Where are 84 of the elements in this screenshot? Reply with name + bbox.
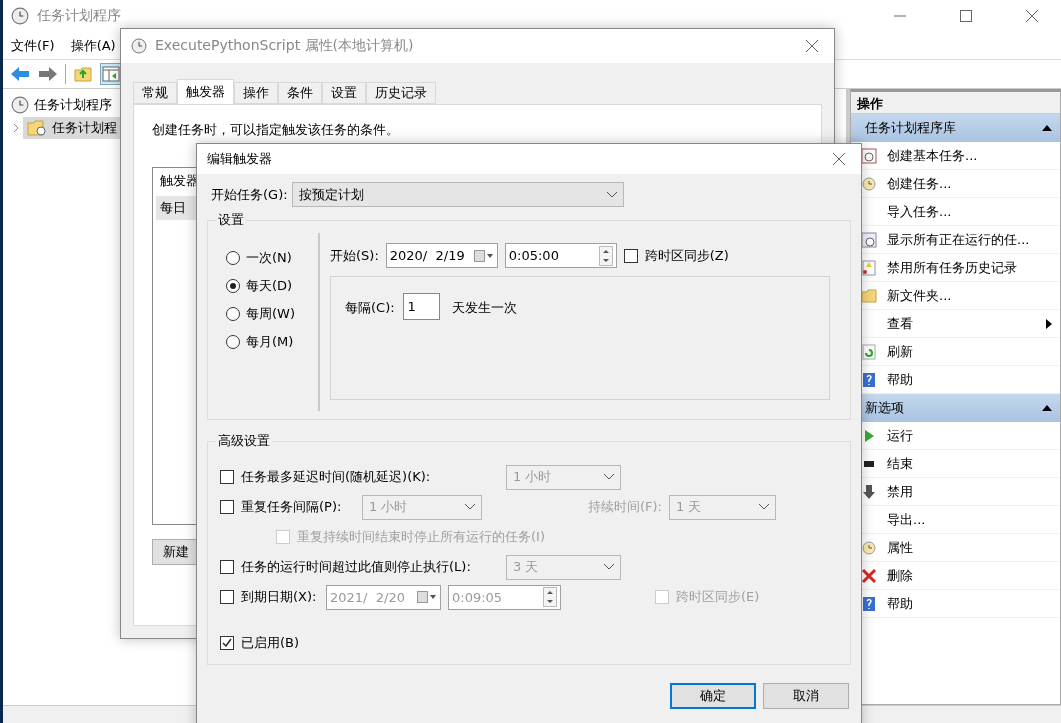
checkbox-label: 重复任务间隔(P): bbox=[241, 498, 343, 516]
checkbox[interactable] bbox=[220, 590, 234, 604]
group-title: 高级设置 bbox=[217, 432, 271, 450]
group-title: 设置 bbox=[217, 211, 245, 229]
begin-task-dropdown[interactable]: 按预定计划 bbox=[291, 182, 624, 207]
radio-label: 每月(M) bbox=[246, 333, 294, 351]
checkbox[interactable] bbox=[220, 636, 234, 650]
radio-button[interactable] bbox=[226, 279, 240, 293]
spinner-icon[interactable] bbox=[598, 245, 613, 266]
checkbox[interactable] bbox=[220, 560, 234, 574]
clock-icon bbox=[861, 539, 877, 556]
radio-button[interactable] bbox=[226, 307, 240, 321]
submenu-arrow-icon bbox=[1044, 318, 1054, 329]
tree-item[interactable]: 任务计划程 bbox=[23, 116, 121, 139]
chevron-down-icon bbox=[759, 504, 769, 510]
delete-icon bbox=[861, 567, 877, 584]
window-clock-icon bbox=[861, 231, 877, 248]
section-header[interactable]: 任务计划程序库 bbox=[851, 114, 1060, 142]
clock-icon bbox=[861, 175, 877, 192]
field-label: 天发生一次 bbox=[451, 299, 517, 317]
close-icon bbox=[806, 40, 818, 52]
checkbox[interactable] bbox=[623, 248, 638, 263]
checkbox-label: 重复持续时间结束时停止所有运行的任务(I) bbox=[297, 528, 545, 546]
chevron-down-icon bbox=[604, 474, 614, 480]
checkbox-label: 跨时区同步(Z) bbox=[644, 246, 729, 265]
radio-button[interactable] bbox=[226, 335, 240, 349]
tab[interactable]: 触发器 bbox=[177, 79, 234, 104]
calendar-icon bbox=[473, 249, 494, 262]
start-time-field[interactable]: 0:05:00 bbox=[504, 243, 617, 268]
panel-toggle-button[interactable] bbox=[100, 63, 122, 85]
ok-button[interactable]: 确定 bbox=[670, 683, 756, 709]
checkbox-label: 任务的运行时间超过此值则停止执行(L): bbox=[241, 558, 472, 576]
help-icon bbox=[861, 371, 877, 388]
check-icon bbox=[222, 638, 232, 648]
chevron-down-icon bbox=[604, 564, 614, 570]
close-icon bbox=[833, 153, 845, 165]
tab[interactable]: 设置 bbox=[322, 82, 366, 104]
radio-label: 每天(D) bbox=[246, 277, 293, 295]
clock-icon bbox=[131, 38, 147, 54]
field-label: 开始(S): bbox=[330, 246, 379, 265]
tab[interactable]: 常规 bbox=[133, 82, 177, 104]
checkbox-label: 已启用(B) bbox=[241, 634, 300, 652]
field-label: 每隔(C): bbox=[345, 299, 395, 317]
expand-icon[interactable] bbox=[11, 122, 21, 133]
window-title: 任务计划程序 bbox=[37, 7, 122, 25]
cancel-button[interactable]: 取消 bbox=[763, 683, 849, 709]
checkbox[interactable] bbox=[220, 470, 234, 484]
clock-icon bbox=[11, 7, 29, 25]
radio-label: 一次(N) bbox=[246, 249, 292, 267]
tree-item[interactable]: 任务计划程序 bbox=[7, 93, 116, 116]
minimize-icon bbox=[894, 15, 906, 17]
tab[interactable]: 操作 bbox=[234, 82, 278, 104]
chevron-down-icon bbox=[606, 191, 617, 198]
checkbox-label: 到期日期(X): bbox=[241, 588, 318, 606]
start-date-field[interactable]: 2020/ 2/19 bbox=[385, 243, 498, 268]
radio-button[interactable] bbox=[226, 251, 240, 265]
log-icon bbox=[861, 259, 877, 276]
maximize-icon bbox=[960, 10, 972, 22]
collapse-icon bbox=[1042, 123, 1052, 133]
dialog-title: ExecutePythonScript 属性(本地计算机) bbox=[155, 37, 415, 55]
spinner-icon[interactable] bbox=[543, 587, 557, 607]
description-text: 创建任务时，可以指定触发该任务的条件。 bbox=[152, 121, 400, 139]
chevron-down-icon bbox=[465, 504, 475, 510]
collapse-icon bbox=[1042, 403, 1052, 413]
radio-label: 每周(W) bbox=[246, 305, 295, 323]
dialog-title: 编辑触发器 bbox=[207, 150, 273, 168]
field-label: 持续时间(F): bbox=[588, 498, 662, 516]
checkbox-label: 跨时区同步(E) bbox=[676, 588, 760, 606]
refresh-icon bbox=[861, 343, 877, 360]
checkbox[interactable] bbox=[220, 500, 234, 514]
menu-item[interactable]: 文件(F) bbox=[11, 36, 55, 55]
calendar-icon bbox=[417, 591, 437, 603]
arrow-down-icon bbox=[861, 483, 877, 500]
pane-header: 操作 bbox=[851, 92, 1060, 114]
menu-item[interactable]: 操作(A) bbox=[70, 36, 116, 55]
tab[interactable]: 历史记录 bbox=[366, 82, 436, 104]
interval-input[interactable]: 1 bbox=[402, 293, 440, 320]
help-icon bbox=[861, 595, 877, 612]
folder-clock-icon bbox=[27, 118, 47, 137]
close-icon bbox=[1026, 10, 1038, 22]
clock-icon bbox=[11, 95, 29, 114]
checkbox-label: 任务最多延迟时间(随机延迟)(K): bbox=[241, 468, 432, 486]
field-label: 开始任务(G): bbox=[211, 185, 288, 204]
tab[interactable]: 条件 bbox=[278, 82, 322, 104]
